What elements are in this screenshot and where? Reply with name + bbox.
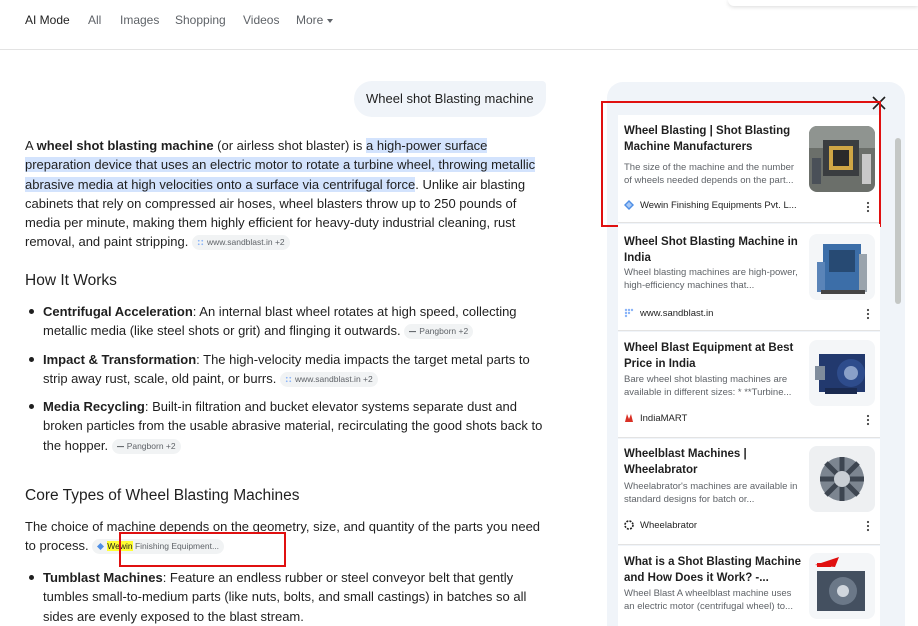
list-item-term: Media Recycling xyxy=(43,399,145,415)
more-vert-icon[interactable] xyxy=(866,520,870,532)
ai-answer-intro: A wheel shot blasting machine (or airles… xyxy=(25,136,555,252)
search-mode-tabs: AI Mode All Images Shopping Videos More xyxy=(0,0,918,50)
source-chip-label: Pangborn +2 xyxy=(419,326,469,337)
core-types-list: Tumblast Machines: Feature an endless ru… xyxy=(25,568,550,626)
section-heading-how: How It Works xyxy=(25,272,117,289)
pangborn-logo-icon xyxy=(116,445,124,447)
more-vert-icon[interactable] xyxy=(866,414,870,426)
source-card[interactable]: Wheel Blast Equipment at Best Price in I… xyxy=(618,332,880,438)
pangborn-logo-icon xyxy=(409,331,417,333)
source-card[interactable]: What is a Shot Blasting Machine and How … xyxy=(618,546,880,626)
source-card[interactable]: Wheel Shot Blasting Machine in India Whe… xyxy=(618,224,880,331)
source-card-title[interactable]: Wheelblast Machines | Wheelabrator xyxy=(624,446,802,478)
tab-shopping[interactable]: Shopping xyxy=(175,13,226,27)
source-card-site: www.sandblast.in xyxy=(624,308,713,319)
sandblast-logo-icon xyxy=(624,308,634,318)
tab-more[interactable]: More xyxy=(296,13,334,27)
source-card-site-label: IndiaMART xyxy=(640,413,688,424)
tab-more-label: More xyxy=(296,13,324,27)
source-chip-label: Pangborn +2 xyxy=(126,440,176,451)
source-card[interactable]: Wheelblast Machines | Wheelabrator Wheel… xyxy=(618,439,880,545)
source-card-title[interactable]: What is a Shot Blasting Machine and How … xyxy=(624,554,802,586)
panel-scrollbar[interactable] xyxy=(895,138,901,304)
tab-all[interactable]: All xyxy=(88,13,101,27)
source-card-title[interactable]: Wheel Blast Equipment at Best Price in I… xyxy=(624,340,802,372)
tab-videos[interactable]: Videos xyxy=(243,13,279,27)
indiamart-logo-icon xyxy=(625,414,633,422)
source-card-site: IndiaMART xyxy=(624,413,687,424)
source-card-title[interactable]: Wheel Shot Blasting Machine in India xyxy=(624,234,802,266)
list-item-term: Centrifugal Acceleration xyxy=(43,304,193,319)
list-item: Impact & Transformation: The high-veloci… xyxy=(25,350,550,389)
tab-ai-mode[interactable]: AI Mode xyxy=(25,13,70,27)
source-card-snippet: Wheel Blast A wheelblast machine uses an… xyxy=(624,588,793,612)
tab-images[interactable]: Images xyxy=(120,13,159,27)
source-card-site-label: www.sandblast.in xyxy=(640,308,714,319)
sandblast-logo-icon xyxy=(197,240,204,246)
source-card-snippet: Wheelabrator's machines are available in… xyxy=(624,481,798,505)
source-chip[interactable]: Pangborn +2 xyxy=(111,438,181,454)
top-right-panel-edge xyxy=(728,0,918,6)
sandblast-logo-icon xyxy=(285,376,292,383)
list-item: Tumblast Machines: Feature an endless ru… xyxy=(25,568,550,626)
source-card-snippet: Bare wheel shot blasting machines are av… xyxy=(624,374,792,398)
list-item-term: Impact & Transformation xyxy=(43,351,197,367)
user-query-bubble: Wheel shot Blasting machine xyxy=(354,81,546,117)
more-vert-icon[interactable] xyxy=(866,308,870,320)
list-item-term: Tumblast Machines xyxy=(43,570,163,585)
source-chip[interactable]: Pangborn +2 xyxy=(404,324,474,340)
list-item: Media Recycling: Built-in filtration and… xyxy=(25,397,550,455)
annotation-box-card xyxy=(601,101,881,227)
annotation-box-chip xyxy=(119,532,286,567)
section-heading-core-types: Core Types of Wheel Blasting Machines xyxy=(25,487,300,504)
intro-paragraph: A wheel shot blasting machine (or airles… xyxy=(25,136,555,252)
intro-text-start: A xyxy=(25,138,37,153)
how-it-works-list: Centrifugal Acceleration: An internal bl… xyxy=(25,302,550,464)
source-card-site: Wheelabrator xyxy=(624,520,697,531)
intro-text-mid: (or airless shot blaster) is xyxy=(213,138,366,153)
source-chip[interactable]: www.sandblast.in +2 xyxy=(280,371,378,387)
core-types-paragraph: The choice of machine depends on the geo… xyxy=(25,517,550,556)
source-card-thumbnail xyxy=(809,234,875,300)
source-card-site-label: Wheelabrator xyxy=(640,520,698,531)
source-card-thumbnail xyxy=(809,340,875,406)
source-card-thumbnail xyxy=(809,446,875,512)
intro-term: wheel shot blasting machine xyxy=(36,138,214,153)
source-chip[interactable]: www.sandblast.in +2 xyxy=(191,235,290,251)
source-chip-label: www.sandblast.in +2 xyxy=(206,237,285,248)
list-item: Centrifugal Acceleration: An internal bl… xyxy=(25,302,550,341)
chevron-down-icon xyxy=(327,18,334,23)
wheelabrator-logo-icon xyxy=(624,520,634,530)
source-card-thumbnail xyxy=(809,553,875,619)
source-card-snippet: Wheel blasting machines are high-power, … xyxy=(624,267,798,291)
source-chip-label: www.sandblast.in +2 xyxy=(295,373,373,384)
wewin-logo-icon xyxy=(97,543,105,551)
